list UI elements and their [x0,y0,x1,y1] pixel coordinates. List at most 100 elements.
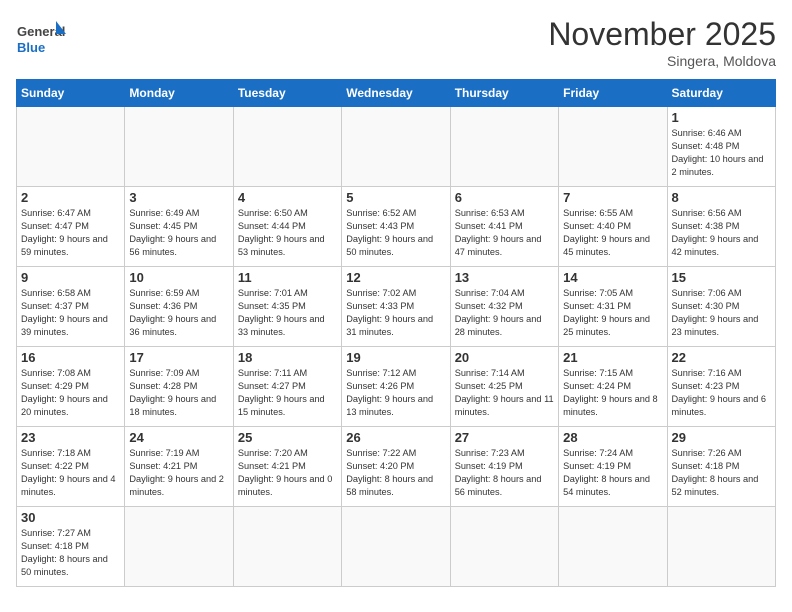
calendar-day-cell: 4 Sunrise: 6:50 AM Sunset: 4:44 PM Daylig… [233,187,341,267]
day-number: 14 [563,270,662,285]
day-number: 5 [346,190,445,205]
calendar-day-cell: 23 Sunrise: 7:18 AM Sunset: 4:22 PM Dayli… [17,427,125,507]
day-info: Sunrise: 7:05 AM Sunset: 4:31 PM Dayligh… [563,287,662,339]
calendar-day-cell: 8 Sunrise: 6:56 AM Sunset: 4:38 PM Daylig… [667,187,775,267]
day-info: Sunrise: 7:23 AM Sunset: 4:19 PM Dayligh… [455,447,554,499]
calendar-day-cell: 3 Sunrise: 6:49 AM Sunset: 4:45 PM Daylig… [125,187,233,267]
day-info: Sunrise: 6:55 AM Sunset: 4:40 PM Dayligh… [563,207,662,259]
day-number: 15 [672,270,771,285]
calendar-week-row: 2 Sunrise: 6:47 AM Sunset: 4:47 PM Daylig… [17,187,776,267]
day-number: 20 [455,350,554,365]
calendar-day-cell [233,507,341,587]
calendar-week-row: 23 Sunrise: 7:18 AM Sunset: 4:22 PM Dayli… [17,427,776,507]
day-number: 4 [238,190,337,205]
calendar-day-cell: 1 Sunrise: 6:46 AM Sunset: 4:48 PM Daylig… [667,107,775,187]
calendar-day-cell [233,107,341,187]
calendar-day-cell [559,507,667,587]
day-info: Sunrise: 7:24 AM Sunset: 4:19 PM Dayligh… [563,447,662,499]
logo: General Blue [16,16,66,66]
calendar-week-row: 30Sunrise: 7:27 AM Sunset: 4:18 PM Dayli… [17,507,776,587]
calendar-day-cell [342,507,450,587]
day-number: 12 [346,270,445,285]
day-info: Sunrise: 7:01 AM Sunset: 4:35 PM Dayligh… [238,287,337,339]
day-info: Sunrise: 7:02 AM Sunset: 4:33 PM Dayligh… [346,287,445,339]
calendar-week-row: 9 Sunrise: 6:58 AM Sunset: 4:37 PM Daylig… [17,267,776,347]
month-title: November 2025 [548,16,776,53]
day-info: Sunrise: 6:49 AM Sunset: 4:45 PM Dayligh… [129,207,228,259]
svg-text:Blue: Blue [17,40,45,55]
day-number: 21 [563,350,662,365]
calendar-day-cell: 12 Sunrise: 7:02 AM Sunset: 4:33 PM Dayli… [342,267,450,347]
day-info: Sunrise: 7:27 AM Sunset: 4:18 PM Dayligh… [21,527,120,579]
calendar-day-cell: 14 Sunrise: 7:05 AM Sunset: 4:31 PM Dayli… [559,267,667,347]
logo-svg: General Blue [16,16,66,66]
calendar-day-cell [17,107,125,187]
calendar-day-cell: 10 Sunrise: 6:59 AM Sunset: 4:36 PM Dayli… [125,267,233,347]
day-info: Sunrise: 6:47 AM Sunset: 4:47 PM Dayligh… [21,207,120,259]
calendar-day-cell: 13 Sunrise: 7:04 AM Sunset: 4:32 PM Dayli… [450,267,558,347]
day-number: 24 [129,430,228,445]
calendar-day-cell: 7 Sunrise: 6:55 AM Sunset: 4:40 PM Daylig… [559,187,667,267]
day-number: 28 [563,430,662,445]
calendar-day-cell: 21 Sunrise: 7:15 AM Sunset: 4:24 PM Dayli… [559,347,667,427]
calendar-day-cell: 24 Sunrise: 7:19 AM Sunset: 4:21 PM Dayli… [125,427,233,507]
day-number: 22 [672,350,771,365]
calendar-day-cell [450,507,558,587]
calendar-day-cell: 11Sunrise: 7:01 AM Sunset: 4:35 PM Dayli… [233,267,341,347]
day-info: Sunrise: 7:08 AM Sunset: 4:29 PM Dayligh… [21,367,120,419]
calendar-day-cell: 25 Sunrise: 7:20 AM Sunset: 4:21 PM Dayli… [233,427,341,507]
calendar-day-cell: 19 Sunrise: 7:12 AM Sunset: 4:26 PM Dayli… [342,347,450,427]
day-number: 23 [21,430,120,445]
calendar-day-cell [559,107,667,187]
day-info: Sunrise: 7:26 AM Sunset: 4:18 PM Dayligh… [672,447,771,499]
day-info: Sunrise: 7:16 AM Sunset: 4:23 PM Dayligh… [672,367,771,419]
day-info: Sunrise: 6:56 AM Sunset: 4:38 PM Dayligh… [672,207,771,259]
day-info: Sunrise: 6:50 AM Sunset: 4:44 PM Dayligh… [238,207,337,259]
calendar-day-cell: 5Sunrise: 6:52 AM Sunset: 4:43 PM Daylig… [342,187,450,267]
calendar-day-cell: 30Sunrise: 7:27 AM Sunset: 4:18 PM Dayli… [17,507,125,587]
calendar-day-cell: 18Sunrise: 7:11 AM Sunset: 4:27 PM Dayli… [233,347,341,427]
calendar-day-cell: 16 Sunrise: 7:08 AM Sunset: 4:29 PM Dayli… [17,347,125,427]
day-number: 1 [672,110,771,125]
day-info: Sunrise: 6:58 AM Sunset: 4:37 PM Dayligh… [21,287,120,339]
day-info: Sunrise: 7:06 AM Sunset: 4:30 PM Dayligh… [672,287,771,339]
day-number: 3 [129,190,228,205]
day-info: Sunrise: 7:11 AM Sunset: 4:27 PM Dayligh… [238,367,337,419]
day-info: Sunrise: 7:12 AM Sunset: 4:26 PM Dayligh… [346,367,445,419]
day-number: 19 [346,350,445,365]
day-info: Sunrise: 7:18 AM Sunset: 4:22 PM Dayligh… [21,447,120,499]
day-info: Sunrise: 7:20 AM Sunset: 4:21 PM Dayligh… [238,447,337,499]
day-number: 8 [672,190,771,205]
day-info: Sunrise: 6:59 AM Sunset: 4:36 PM Dayligh… [129,287,228,339]
day-info: Sunrise: 6:46 AM Sunset: 4:48 PM Dayligh… [672,127,771,179]
calendar-day-cell [450,107,558,187]
day-info: Sunrise: 7:15 AM Sunset: 4:24 PM Dayligh… [563,367,662,419]
day-number: 10 [129,270,228,285]
calendar-day-cell [667,507,775,587]
day-number: 25 [238,430,337,445]
day-number: 29 [672,430,771,445]
day-of-week-header: Monday [125,80,233,107]
calendar-day-cell: 26Sunrise: 7:22 AM Sunset: 4:20 PM Dayli… [342,427,450,507]
day-info: Sunrise: 7:14 AM Sunset: 4:25 PM Dayligh… [455,367,554,419]
day-info: Sunrise: 7:19 AM Sunset: 4:21 PM Dayligh… [129,447,228,499]
day-number: 9 [21,270,120,285]
day-of-week-header: Friday [559,80,667,107]
day-number: 26 [346,430,445,445]
calendar-day-cell: 15 Sunrise: 7:06 AM Sunset: 4:30 PM Dayli… [667,267,775,347]
calendar-day-cell: 20 Sunrise: 7:14 AM Sunset: 4:25 PM Dayli… [450,347,558,427]
day-info: Sunrise: 7:04 AM Sunset: 4:32 PM Dayligh… [455,287,554,339]
day-number: 2 [21,190,120,205]
day-number: 27 [455,430,554,445]
day-number: 7 [563,190,662,205]
calendar-day-cell [125,507,233,587]
day-info: Sunrise: 7:09 AM Sunset: 4:28 PM Dayligh… [129,367,228,419]
calendar-week-row: 16 Sunrise: 7:08 AM Sunset: 4:29 PM Dayli… [17,347,776,427]
calendar-day-cell: 2 Sunrise: 6:47 AM Sunset: 4:47 PM Daylig… [17,187,125,267]
calendar-day-cell: 28 Sunrise: 7:24 AM Sunset: 4:19 PM Dayli… [559,427,667,507]
day-of-week-header: Saturday [667,80,775,107]
day-number: 16 [21,350,120,365]
day-number: 13 [455,270,554,285]
day-of-week-header: Tuesday [233,80,341,107]
day-of-week-header: Sunday [17,80,125,107]
